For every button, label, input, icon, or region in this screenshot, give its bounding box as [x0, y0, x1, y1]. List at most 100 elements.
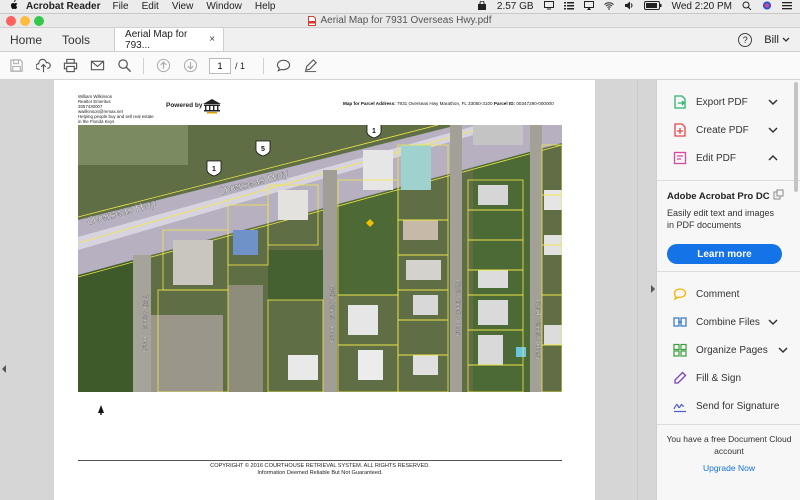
pdf-page: William Wilkinson Realtor Emeritus 30574… — [54, 80, 595, 500]
send-signature-tool[interactable]: Send for Signature — [657, 395, 800, 417]
menubar-clock[interactable]: Wed 2:20 PM — [672, 1, 732, 12]
chevron-down-icon — [768, 319, 778, 326]
create-pdf-icon — [673, 123, 687, 137]
document-viewer[interactable]: William Wilkinson Realtor Emeritus 30574… — [0, 80, 656, 500]
external-link-icon[interactable] — [773, 189, 784, 200]
checklist-icon[interactable] — [563, 1, 574, 13]
save-icon[interactable] — [8, 58, 24, 74]
edit-pdf-label: Edit PDF — [696, 152, 737, 164]
chevron-down-icon — [768, 127, 778, 134]
route-5-label: 5 — [261, 146, 265, 153]
traffic-lights — [6, 16, 44, 26]
menu-file[interactable]: File — [112, 1, 128, 12]
footer-divider — [78, 460, 562, 461]
menu-window[interactable]: Window — [206, 1, 242, 12]
copyright-text: COPYRIGHT © 2016 COURTHOUSE RETRIEVAL SY… — [210, 463, 430, 469]
cloud-account-text: You have a free Document Cloud account — [666, 434, 792, 456]
close-tab-icon[interactable]: × — [209, 34, 215, 45]
fill-sign-tool[interactable]: Fill & Sign — [657, 367, 800, 389]
menu-edit[interactable]: Edit — [142, 1, 159, 12]
combine-files-label: Combine Files — [696, 316, 760, 328]
organize-pages-label: Organize Pages — [696, 344, 768, 356]
route-1-label-b: 1 — [372, 128, 376, 135]
left-pane-toggle-icon[interactable] — [2, 365, 6, 373]
display-icon[interactable] — [543, 0, 554, 13]
menu-view[interactable]: View — [172, 1, 194, 12]
upload-cloud-icon[interactable] — [35, 58, 51, 74]
upgrade-now-link[interactable]: Upgrade Now — [657, 462, 800, 474]
window-title: Aerial Map for 7931 Overseas Hwy.pdf — [320, 15, 492, 26]
wifi-icon[interactable] — [603, 1, 614, 13]
next-page-icon[interactable] — [182, 58, 198, 74]
north-arrow-icon — [98, 405, 104, 415]
tools-pane: Export PDF Create PDF Edit PDF Adobe Acr… — [656, 80, 800, 500]
menu-app-name[interactable]: Acrobat Reader — [26, 1, 100, 12]
export-pdf-label: Export PDF — [696, 96, 748, 108]
export-pdf-icon — [673, 95, 687, 109]
street-79th-label: 79th Street Ocean — [141, 295, 148, 352]
tab-tools[interactable]: Tools — [52, 28, 100, 51]
notification-center-icon[interactable] — [782, 1, 792, 13]
search-icon[interactable] — [116, 58, 132, 74]
airplay-icon[interactable] — [583, 0, 594, 13]
aerial-map-image: 1 5 1 Overseas Hwy Overseas Hwy 79th Str… — [78, 125, 562, 392]
agent-info-text: William Wilkinson Realtor Emeritus 30574… — [78, 94, 154, 124]
volume-icon[interactable] — [624, 1, 634, 13]
create-pdf-tool[interactable]: Create PDF — [657, 119, 800, 141]
toolbar-divider — [143, 57, 144, 74]
comment-icon[interactable] — [275, 58, 291, 74]
promo-description: Easily edit text and images in PDF docum… — [667, 208, 775, 230]
fill-sign-label: Fill & Sign — [696, 372, 742, 384]
close-window-button[interactable] — [6, 16, 16, 26]
aerial-map: 1 5 1 Overseas Hwy Overseas Hwy 79th Str… — [78, 125, 562, 392]
comment-icon — [673, 287, 687, 301]
zoom-window-button[interactable] — [34, 16, 44, 26]
document-cloud-note: You have a free Document Cloud account U… — [657, 424, 800, 474]
help-icon[interactable]: ? — [738, 32, 753, 47]
edit-pdf-tool[interactable]: Edit PDF — [657, 147, 800, 169]
learn-more-button[interactable]: Learn more — [667, 244, 782, 264]
menu-help[interactable]: Help — [255, 1, 276, 12]
parcel-address: 7931 Overseas Hwy Marathon, FL 33050-310… — [396, 101, 493, 106]
previous-page-icon[interactable] — [155, 58, 171, 74]
parcel-address-label: Map for Parcel Address: — [343, 101, 396, 106]
window-title-bar: Aerial Map for 7931 Overseas Hwy.pdf — [0, 14, 800, 28]
memory-indicator[interactable]: 2.57 GB — [497, 1, 534, 12]
battery-icon[interactable] — [643, 0, 662, 13]
macos-menu-bar: Acrobat Reader File Edit View Window Hel… — [0, 0, 800, 14]
street-80th-label: 80th Street Ocean — [328, 285, 335, 342]
street-81st-label: 81st Street Ocean — [454, 280, 461, 337]
parcel-id: 00347290-000000 — [516, 101, 554, 106]
minimize-window-button[interactable] — [20, 16, 30, 26]
print-icon[interactable] — [62, 58, 78, 74]
shopping-bag-icon[interactable] — [477, 0, 487, 13]
highlight-pen-icon[interactable] — [302, 58, 318, 74]
apple-icon[interactable] — [0, 0, 26, 13]
export-pdf-tool[interactable]: Export PDF — [657, 91, 800, 113]
toolbar-divider — [263, 57, 265, 74]
document-tab-label: Aerial Map for 793... — [125, 28, 188, 51]
comment-label: Comment — [696, 288, 740, 300]
user-menu[interactable]: Bill — [764, 34, 790, 46]
chevron-down-icon — [778, 347, 788, 354]
right-pane-toggle-icon[interactable] — [651, 285, 655, 293]
pdf-file-icon — [308, 15, 317, 26]
page-number-input[interactable] — [209, 57, 231, 74]
tools-pane-scrollbar[interactable] — [794, 82, 798, 192]
acrobat-pro-promo: Adobe Acrobat Pro DC Easily edit text an… — [657, 180, 800, 272]
disclaimer-text: Information Deemed Reliable But Not Guar… — [257, 470, 383, 476]
parcel-info: Map for Parcel Address: 7931 Overseas Hw… — [343, 101, 554, 106]
combine-files-tool[interactable]: Combine Files — [657, 311, 800, 333]
email-icon[interactable] — [89, 58, 105, 74]
page-total: / 1 — [235, 60, 246, 71]
comment-tool[interactable]: Comment — [657, 283, 800, 305]
siri-icon[interactable] — [762, 0, 772, 13]
fill-sign-icon — [673, 371, 687, 385]
organize-pages-tool[interactable]: Organize Pages — [657, 339, 800, 361]
courthouse-logo-icon — [203, 99, 221, 114]
tab-home[interactable]: Home — [0, 28, 52, 51]
organize-pages-icon — [673, 343, 687, 357]
edit-pdf-icon — [673, 151, 687, 165]
spotlight-icon[interactable] — [742, 1, 752, 13]
document-tab[interactable]: Aerial Map for 793... × — [114, 28, 225, 51]
